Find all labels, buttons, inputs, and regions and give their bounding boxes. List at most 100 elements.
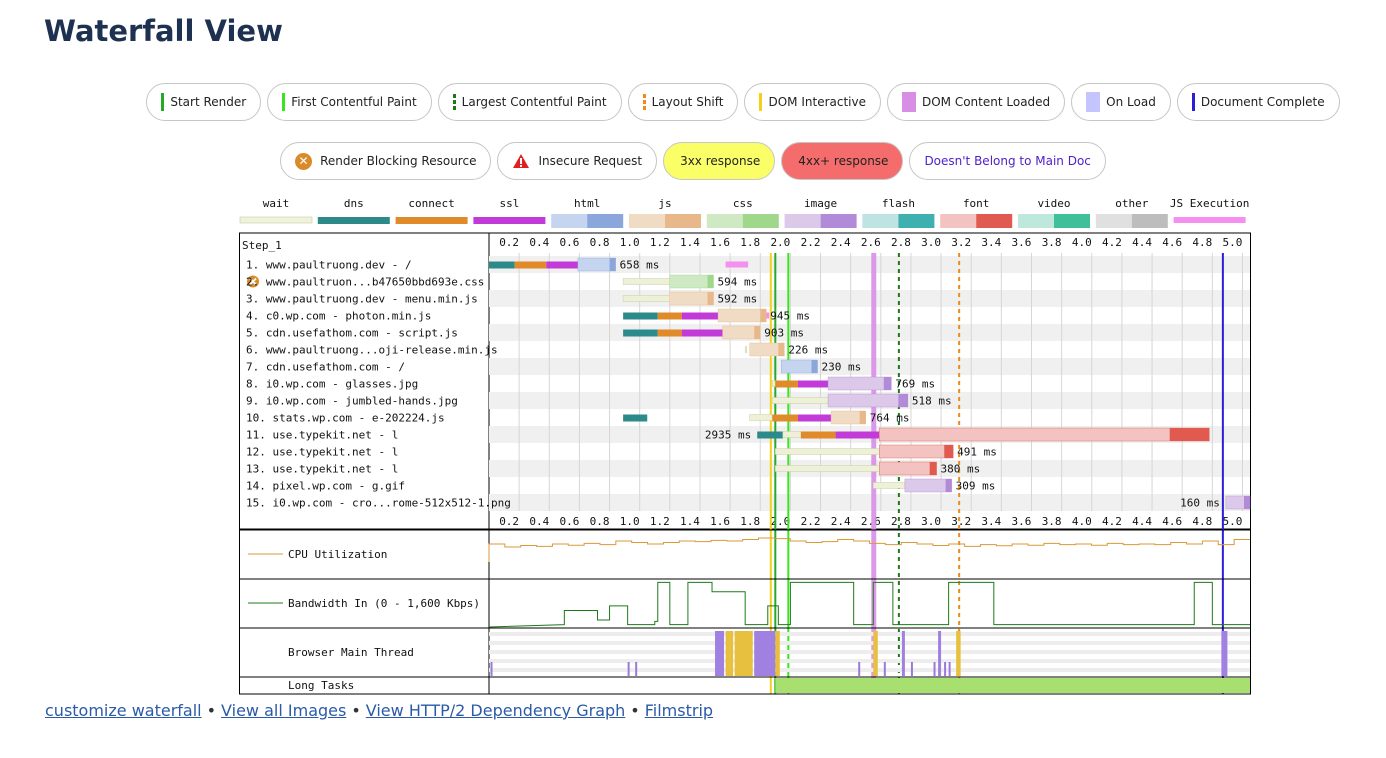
main-thread-stripe: [489, 659, 1250, 663]
customize-waterfall-link[interactable]: customize waterfall: [45, 701, 202, 720]
axis-tick-label: 3.4: [981, 236, 1001, 249]
axis-tick-label: 1.0: [620, 515, 640, 528]
main-thread-stripe: [489, 668, 1250, 672]
axis-tick-label: 2.4: [831, 236, 851, 249]
axis-tick-label: 4.2: [1102, 515, 1122, 528]
row-background: [489, 290, 1250, 307]
axis-tick-label: 1.2: [650, 236, 670, 249]
js-request-bar: [669, 291, 714, 306]
main-thread-spike: [627, 662, 630, 676]
wait-segment: [775, 448, 880, 455]
type-legend-swatch-ssl: [473, 217, 546, 224]
row-background: [489, 358, 1250, 375]
type-legend-swatch-js-start: [629, 214, 665, 228]
filmstrip-link[interactable]: Filmstrip: [645, 701, 713, 720]
axis-tick-label: 3.0: [921, 236, 941, 249]
type-legend-swatch-js-execution: [1173, 217, 1246, 223]
legend-3xx-response: 3xx response: [663, 142, 776, 180]
wait-segment: [772, 397, 829, 404]
js-execution-bar: [766, 312, 770, 319]
js-request-bar: [717, 308, 767, 323]
legend-dom-interactive: DOM Interactive: [744, 83, 881, 121]
first-contentful-paint-swatch-icon: [282, 93, 286, 111]
image-download-bar: [883, 377, 892, 390]
axis-tick-label: 3.8: [1042, 515, 1062, 528]
js-execution-bar: [725, 261, 749, 268]
wait-segment: [775, 465, 880, 472]
dom-content-loaded-swatch-icon: [901, 92, 916, 112]
marker-legend: Start Render First Contentful Paint Larges…: [0, 83, 1386, 121]
type-legend-swatch-font-start: [940, 214, 977, 228]
waterfall-chart: wait dns connect ssl html js css image flash font…: [238, 192, 1254, 696]
type-legend-label: image: [804, 197, 837, 210]
legend-label: Render Blocking Resource: [320, 154, 477, 168]
request-time-label: 594 ms: [718, 276, 758, 289]
request-time-label: 592 ms: [718, 293, 758, 306]
wait-segment: [749, 414, 773, 421]
legend-insecure-request: Insecure Request: [497, 142, 658, 180]
main-thread-spike: [933, 662, 936, 676]
legend-label: 3xx response: [680, 154, 761, 168]
type-legend-swatch-html-end: [587, 214, 624, 228]
type-legend-label: ssl: [499, 197, 519, 210]
type-legend-swatch-video-end: [1054, 214, 1090, 228]
request-label: 2. www.paultruon...b47650bbd693e.css: [246, 276, 484, 289]
dns-segment: [623, 414, 648, 422]
wait-segment: [622, 278, 671, 285]
axis-tick-label: 2.4: [831, 515, 851, 528]
long-tasks-label: Long Tasks: [288, 679, 354, 692]
page-title: Waterfall View: [44, 14, 283, 48]
font-download-bar: [929, 462, 937, 475]
axis-tick-label: 4.8: [1192, 515, 1212, 528]
type-legend-label: JS Execution: [1170, 197, 1249, 210]
axis-tick-label: 3.4: [981, 515, 1001, 528]
js-download-bar: [760, 309, 767, 322]
connect-segment: [800, 431, 836, 439]
legend-label: Insecure Request: [538, 154, 643, 168]
largest-contentful-paint-swatch-icon: [452, 94, 456, 110]
axis-tick-label: 3.8: [1042, 236, 1062, 249]
ssl-segment: [681, 312, 719, 320]
type-legend-label: other: [1115, 197, 1148, 210]
request-label: 5. cdn.usefathom.com - script.js: [246, 327, 458, 340]
axis-tick-label: 0.2: [499, 236, 519, 249]
connect-segment: [514, 261, 547, 269]
wait-segment: [873, 482, 906, 489]
wait-segment: [782, 431, 802, 438]
cpu-utilization-line: [488, 537, 1250, 562]
view-all-images-link[interactable]: View all Images: [221, 701, 346, 720]
legend-render-blocking-resource: ✕ Render Blocking Resource: [280, 142, 492, 180]
html-download-bar: [609, 258, 616, 271]
layout-shift-swatch-icon: [642, 94, 646, 110]
legend-label: DOM Interactive: [768, 95, 866, 109]
dom-content-loaded-marker: [871, 253, 877, 691]
main-thread-spike: [858, 662, 861, 676]
main-thread-stripe: [489, 641, 1250, 645]
connect-segment: [657, 329, 682, 337]
http2-dependency-graph-link[interactable]: View HTTP/2 Dependency Graph: [366, 701, 626, 720]
dns-segment: [623, 329, 658, 337]
request-time-label: 2935 ms: [705, 429, 751, 442]
request-label: 7. cdn.usefathom.com - /: [246, 361, 405, 374]
request-label: 3. www.paultruong.dev - menu.min.js: [246, 293, 478, 306]
main-thread-activity: [725, 631, 734, 676]
axis-tick-label: 5.0: [1223, 236, 1243, 249]
axis-tick-label: 3.0: [921, 515, 941, 528]
legend-label: First Contentful Paint: [291, 95, 417, 109]
main-thread-activity: [1221, 631, 1228, 676]
axis-tick-label: 4.0: [1072, 515, 1092, 528]
request-time-label: 230 ms: [822, 361, 862, 374]
image-request-bar: [904, 478, 952, 493]
main-thread-spike: [490, 662, 493, 676]
main-thread-spike: [944, 662, 947, 676]
axis-tick-label: 0.8: [590, 236, 610, 249]
legend-4xx-response: 4xx+ response: [781, 142, 904, 180]
axis-tick-label: 1.4: [680, 515, 700, 528]
type-legend-swatch-css-end: [742, 214, 779, 228]
request-label: 10. stats.wp.com - e-202224.js: [246, 412, 445, 425]
main-thread-stripe: [489, 632, 1250, 636]
dns-segment: [489, 261, 515, 269]
request-label: 9. i0.wp.com - jumbled-hands.jpg: [246, 395, 458, 408]
main-thread-activity: [715, 631, 725, 676]
connect-segment: [775, 380, 798, 388]
